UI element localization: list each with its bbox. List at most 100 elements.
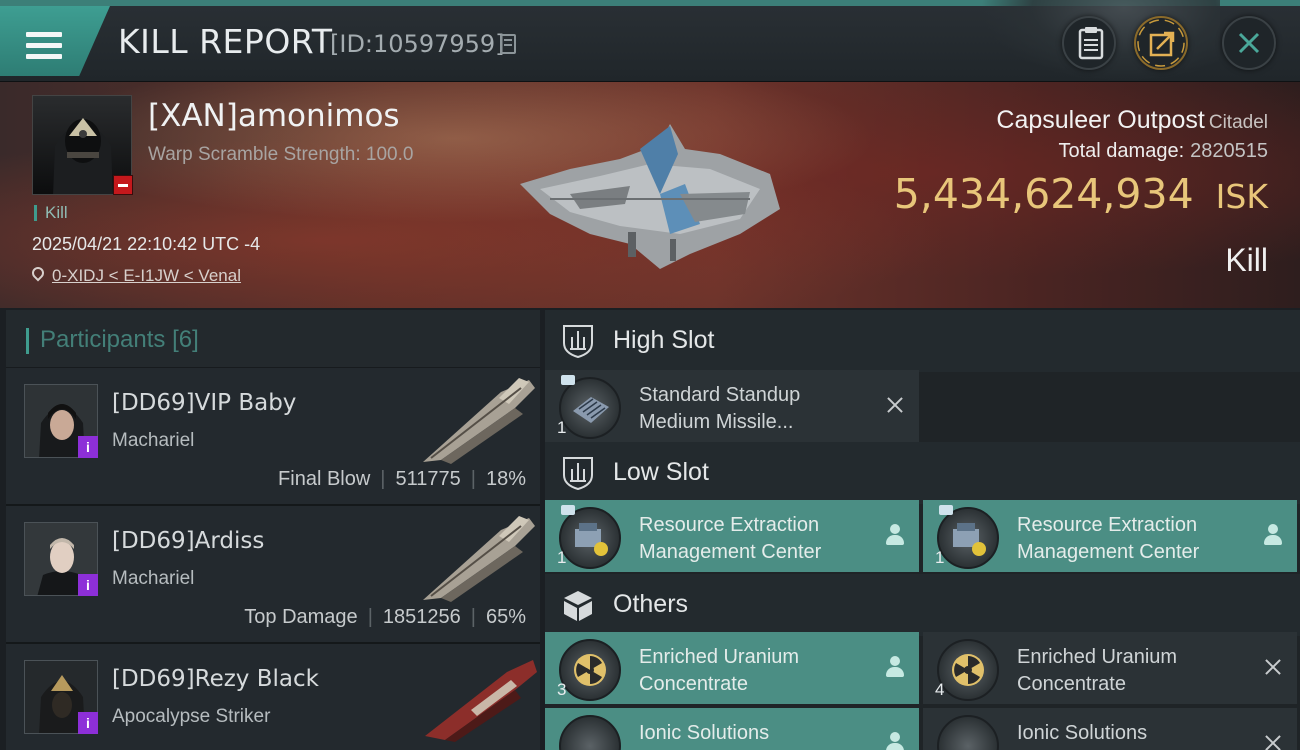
kill-tag: Kill (34, 204, 68, 221)
module-name: Enriched Uranium Concentrate (1017, 644, 1177, 698)
participant-percent: 18% (485, 468, 526, 490)
high-slot-icon (563, 325, 593, 359)
participant-damage: 511775 (395, 468, 461, 490)
module-item[interactable]: Ionic Solutions (923, 708, 1297, 750)
participant-name: [DD69]Rezy Black (112, 666, 319, 692)
kill-datetime: 2025/04/21 22:10:42 UTC -4 (32, 234, 261, 254)
participant-row[interactable]: i [DD69]Rezy Black Apocalypse Striker (6, 644, 540, 750)
participant-ship: Apocalypse Striker (112, 706, 271, 727)
module-name-line1: Enriched Uranium (1017, 646, 1178, 668)
module-name: Standard Standup Medium Missile... (639, 382, 800, 436)
module-name-line1: Ionic Solutions (1017, 722, 1148, 744)
isk-value: 5,434,624,934 ISK (894, 170, 1268, 218)
info-badge: i (78, 574, 98, 596)
high-slot-label: High Slot (613, 326, 715, 354)
module-quantity: 1 (557, 548, 567, 567)
participant-stats: Final Blow | 511775 | 18% (278, 468, 526, 490)
module-item[interactable]: 1 Resource Extraction Management Center (923, 500, 1297, 572)
clipboard-icon (1078, 27, 1104, 60)
slot-type-icon (561, 505, 575, 515)
dropped-icon (885, 656, 905, 678)
module-quantity: 4 (935, 680, 945, 699)
module-name: Ionic Solutions (639, 720, 769, 747)
missile-launcher-icon (559, 377, 621, 439)
copy-icon[interactable] (500, 34, 516, 54)
module-name: Enriched Uranium Concentrate (639, 644, 799, 698)
destroyed-icon (1263, 733, 1283, 750)
module-name-line2: Concentrate (639, 673, 748, 695)
info-badge: i (78, 712, 98, 734)
total-damage: Total damage: 2820515 (1058, 140, 1268, 163)
module-name-line2: Medium Missile... (639, 411, 794, 433)
participant-row[interactable]: i [DD69]Ardiss Machariel Top Damage | 1851… (6, 506, 540, 644)
participant-ship-image (423, 378, 535, 464)
location-text: 0-XIDJ < E-I1JW < Venal (52, 266, 241, 285)
module-name-line2: Concentrate (1017, 673, 1126, 695)
low-slot-icon (563, 457, 593, 491)
high-slot-header: High Slot (545, 310, 1300, 372)
page-title: KILL REPORT (118, 22, 333, 61)
participant-row[interactable]: i [DD69]VIP Baby Machariel Final Blow | 51… (6, 368, 540, 506)
total-damage-label: Total damage: (1058, 140, 1185, 162)
module-quantity: 1 (557, 418, 567, 437)
close-button[interactable] (1222, 16, 1276, 70)
module-quantity: 3 (557, 680, 567, 699)
participant-role: Top Damage (244, 606, 358, 628)
location-pin-icon (32, 267, 44, 283)
dropped-icon (885, 524, 905, 546)
participant-stats: Top Damage | 1851256 | 65% (244, 606, 526, 628)
module-name-line1: Resource Extraction (639, 514, 820, 536)
target-name[interactable]: Capsuleer Outpost Citadel (996, 106, 1268, 135)
clipboard-button[interactable] (1062, 16, 1116, 70)
participants-accent-bar (26, 328, 29, 354)
participant-name: [DD69]Ardiss (112, 528, 265, 554)
others-label: Others (613, 590, 689, 618)
destroyed-icon (885, 395, 905, 415)
info-badge: i (78, 436, 98, 458)
module-name-line2: Management Center (639, 541, 822, 563)
menu-button[interactable] (0, 6, 110, 76)
slot-type-icon (939, 505, 953, 515)
canister-icon (559, 715, 621, 750)
victim-name[interactable]: [XAN]amonimos (148, 98, 400, 134)
participants-count: [6] (172, 326, 199, 353)
module-name: Ionic Solutions (1017, 720, 1147, 747)
participant-damage: 1851256 (382, 606, 461, 628)
isk-amount: 5,434,624,934 (893, 170, 1194, 218)
module-name-line2: Management Center (1017, 541, 1200, 563)
victim-detail: Warp Scramble Strength: 100.0 (148, 144, 414, 165)
module-item[interactable]: 4 Enriched Uranium Concentrate (923, 632, 1297, 704)
canister-icon (937, 715, 999, 750)
participant-ship-image (425, 660, 537, 742)
participants-title-text: Participants (40, 326, 166, 353)
low-slot-header: Low Slot (545, 442, 1300, 504)
cargo-box-icon (564, 591, 592, 621)
isk-unit: ISK (1215, 177, 1268, 216)
module-item[interactable]: 1 Standard Standup Medium Missile... (545, 370, 919, 442)
target-class: Citadel (1208, 112, 1268, 133)
module-name-line1: Resource Extraction (1017, 514, 1198, 536)
module-name: Resource Extraction Management Center (639, 512, 821, 566)
fitting-panel[interactable]: High Slot 1 Standard Standup Medium Miss… (545, 310, 1300, 750)
kill-result: Kill (1225, 242, 1268, 278)
module-item[interactable]: Ionic Solutions (545, 708, 919, 750)
destroyed-icon (1263, 657, 1283, 677)
participants-panel[interactable]: Participants [6] i [DD69]VIP Baby Machar… (6, 310, 540, 750)
others-header: Others (545, 574, 1300, 636)
module-name-line1: Enriched Uranium (639, 646, 800, 668)
participant-ship: Machariel (112, 430, 195, 451)
participant-ship: Machariel (112, 568, 195, 589)
share-button[interactable] (1134, 16, 1188, 70)
participants-header: Participants [6] (6, 310, 540, 368)
slot-type-icon (561, 375, 575, 385)
module-item[interactable]: 3 Enriched Uranium Concentrate (545, 632, 919, 704)
kill-location-link[interactable]: 0-XIDJ < E-I1JW < Venal (32, 266, 241, 286)
module-name-line1: Ionic Solutions (639, 722, 770, 744)
low-slot-label: Low Slot (613, 458, 709, 486)
menu-icon (26, 32, 62, 60)
dropped-icon (1263, 524, 1283, 546)
participant-name: [DD69]VIP Baby (112, 390, 297, 416)
participant-role: Final Blow (278, 468, 371, 490)
module-item[interactable]: 1 Resource Extraction Management Center (545, 500, 919, 572)
target-name-text: Capsuleer Outpost (996, 106, 1205, 134)
